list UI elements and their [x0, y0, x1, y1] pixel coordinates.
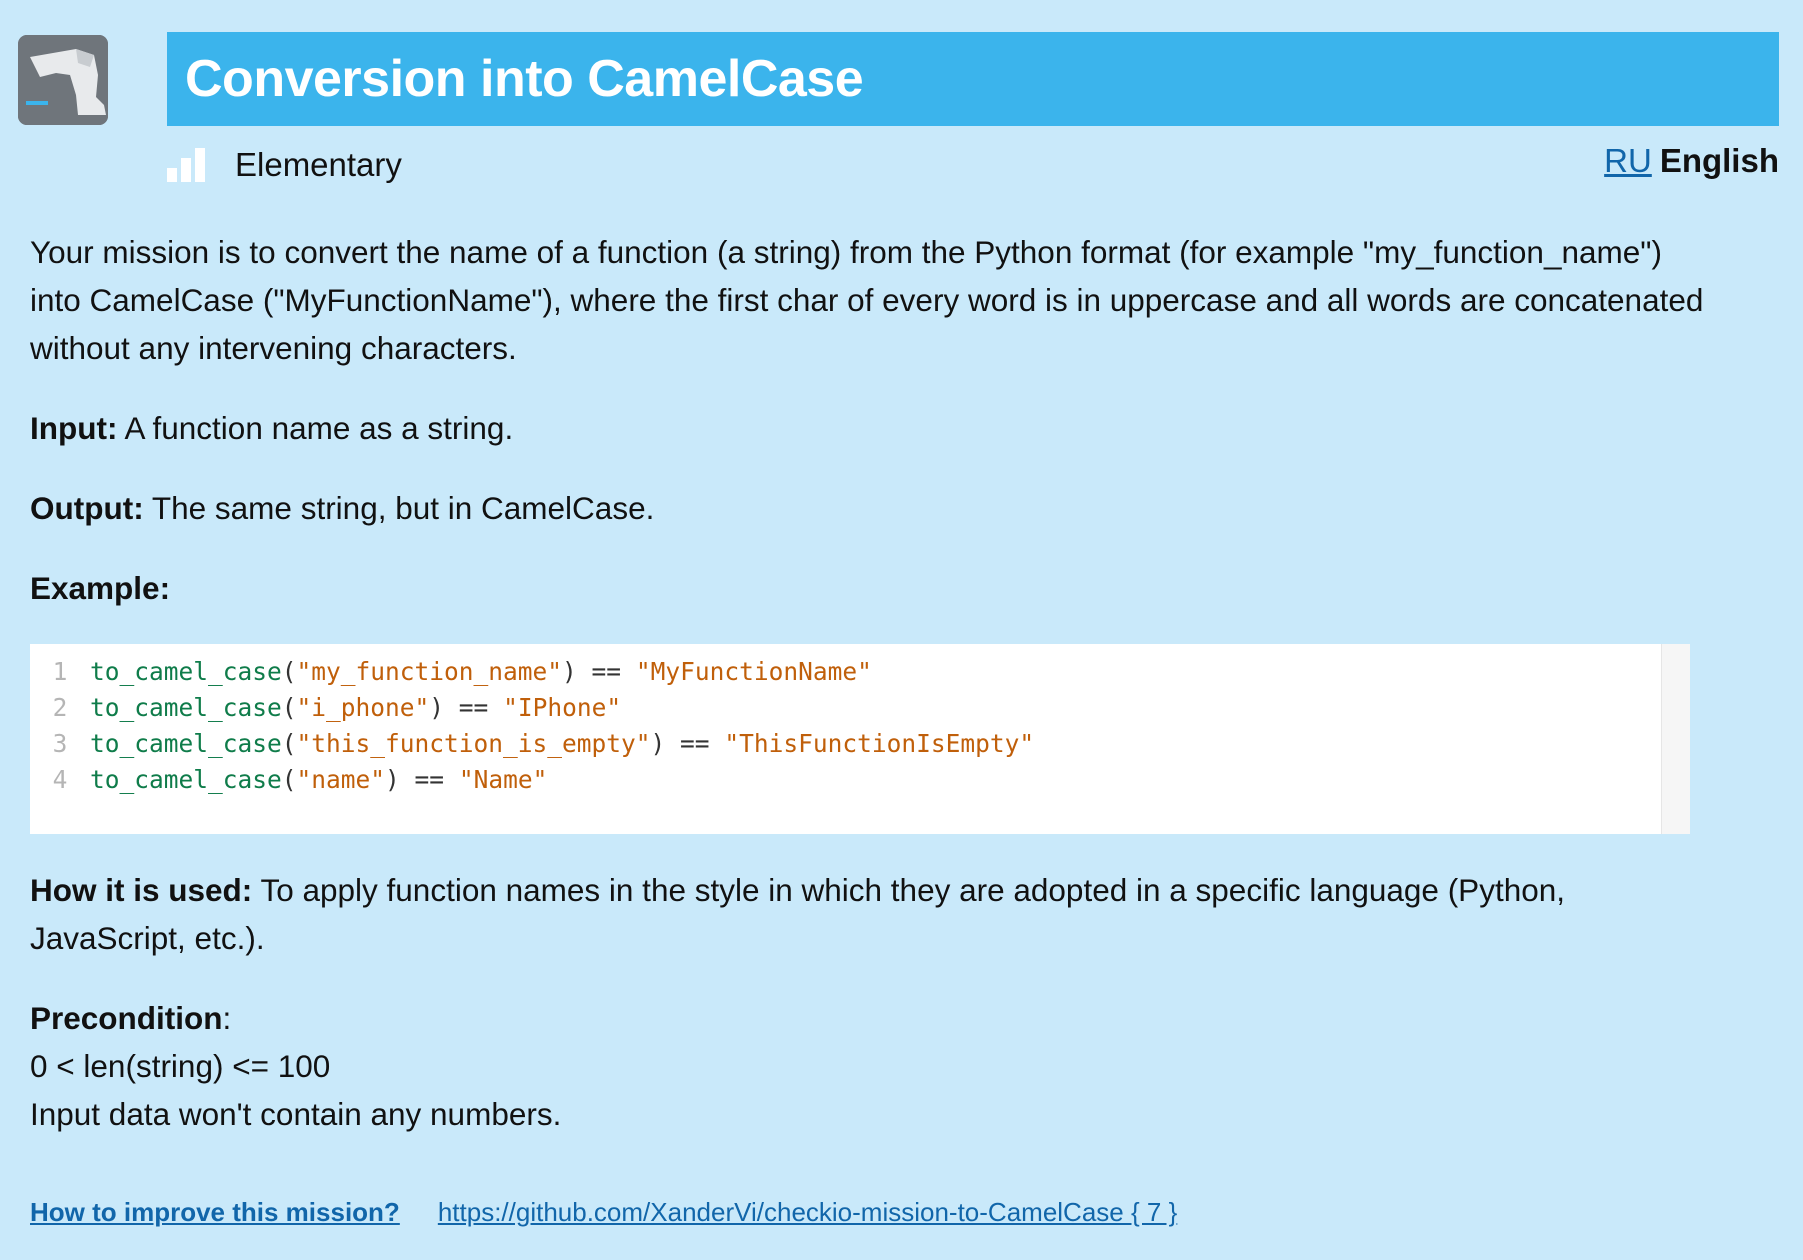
code-result: "ThisFunctionIsEmpty" — [724, 729, 1035, 758]
code-op: ) == — [385, 765, 459, 794]
code-op: ) == — [650, 729, 725, 758]
code-paren: ( — [281, 729, 297, 758]
line-number: 3 — [52, 729, 68, 758]
line-number: 2 — [52, 693, 68, 722]
code-arg: "i_phone" — [296, 693, 430, 722]
code-op: ) == — [429, 693, 504, 722]
level-bar — [167, 168, 177, 182]
precondition-label: Precondition — [30, 1000, 223, 1036]
code-scrollbar[interactable] — [1661, 644, 1690, 834]
code-line: 4 to_camel_case("name") == "Name" — [30, 762, 1690, 798]
example-heading: Example: — [30, 564, 1710, 612]
example-code-block[interactable]: 1 to_camel_case("my_function_name") == "M… — [30, 644, 1690, 834]
code-paren: ( — [281, 657, 297, 686]
code-arg: "my_function_name" — [296, 657, 563, 686]
page-title: Conversion into CamelCase — [185, 50, 864, 108]
github-repo-link[interactable]: https://github.com/XanderVi/checkio-miss… — [438, 1197, 1177, 1228]
usage-text: To apply function names in the style in … — [30, 872, 1566, 956]
code-line: 1 to_camel_case("my_function_name") == "M… — [30, 654, 1690, 690]
code-op: ) == — [562, 657, 636, 686]
usage-paragraph: How it is used: To apply function names … — [30, 866, 1710, 962]
improve-mission-link[interactable]: How to improve this mission? — [30, 1197, 400, 1228]
code-fn: to_camel_case — [90, 693, 282, 722]
line-number: 1 — [52, 657, 68, 686]
lang-ru-link[interactable]: RU — [1604, 142, 1652, 179]
language-switcher: RU English — [1604, 142, 1779, 180]
level-label: Elementary — [235, 146, 402, 183]
usage-label: How it is used: — [30, 872, 253, 908]
mission-description: Your mission is to convert the name of a… — [30, 228, 1710, 644]
difficulty-level: Elementary — [167, 140, 402, 190]
code-paren: ( — [281, 693, 297, 722]
level-bars-icon — [167, 148, 205, 182]
intro-paragraph: Your mission is to convert the name of a… — [30, 234, 1704, 366]
code-paren: ( — [281, 765, 297, 794]
precondition-line: 0 < len(string) <= 100 — [30, 1048, 331, 1084]
code-result: "Name" — [458, 765, 548, 794]
line-number: 4 — [52, 765, 68, 794]
input-label: Input: — [30, 410, 118, 446]
output-label: Output: — [30, 490, 144, 526]
level-bar — [181, 158, 191, 182]
input-paragraph: Input: A function name as a string. — [30, 404, 1710, 452]
precondition-line: Input data won't contain any numbers. — [30, 1096, 562, 1132]
output-text: The same string, but in CamelCase. — [143, 490, 655, 526]
input-text: A function name as a string. — [117, 410, 514, 446]
code-line: 3 to_camel_case("this_function_is_empty")… — [30, 726, 1690, 762]
code-arg: "name" — [296, 765, 386, 794]
mission-footer: How to improve this mission? https://git… — [30, 1197, 1177, 1228]
output-paragraph: Output: The same string, but in CamelCas… — [30, 484, 1710, 532]
lang-current: English — [1659, 142, 1779, 179]
mission-details: How it is used: To apply function names … — [30, 866, 1710, 1170]
example-label: Example: — [30, 570, 171, 606]
code-arg: "this_function_is_empty" — [296, 729, 651, 758]
precondition-paragraph: Precondition: 0 < len(string) <= 100 Input… — [30, 994, 1710, 1138]
level-bar — [195, 148, 205, 182]
precondition-colon: : — [222, 1000, 232, 1036]
mission-title-bar: Conversion into CamelCase — [167, 32, 1779, 126]
mission-icon — [18, 35, 108, 125]
code-line: 2 to_camel_case("i_phone") == "IPhone" — [30, 690, 1690, 726]
code-fn: to_camel_case — [90, 657, 282, 686]
code-result: "IPhone" — [503, 693, 622, 722]
code-fn: to_camel_case — [90, 729, 282, 758]
code-fn: to_camel_case — [90, 765, 282, 794]
code-result: "MyFunctionName" — [635, 657, 872, 686]
